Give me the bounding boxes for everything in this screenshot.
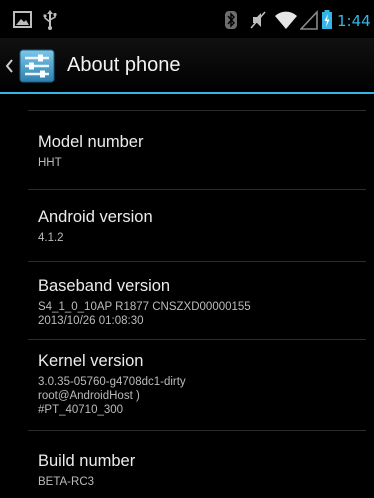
item-title: Model number [38,133,144,151]
item-summary: HHT [38,157,62,169]
settings-icon[interactable] [19,49,55,83]
wifi-icon [275,11,297,29]
status-bar: 1:44 [0,0,374,38]
item-summary: 3.0.35-05760-g4708dc1-dirty root@Android… [38,376,186,416]
about-phone-screen: 1:44 About phone Model number HHT Androi… [0,0,374,498]
item-summary: 4.1.2 [38,232,64,244]
list-item-kernel-version[interactable]: Kernel version 3.0.35-05760-g4708dc1-dir… [38,351,358,417]
item-title: Android version [38,208,153,226]
list-item-baseband-version[interactable]: Baseband version S4_1_0_10AP R1877 CNSZX… [38,276,358,328]
action-bar: About phone [0,38,374,93]
list-divider [28,339,366,340]
item-title: Baseband version [38,277,171,295]
item-summary: S4_1_0_10AP R1877 CNSZXD00000155 2013/10… [38,301,251,327]
list-divider [28,430,366,431]
usb-icon [43,10,57,30]
list-divider [28,110,366,111]
status-time: 1:44 [337,12,371,30]
settings-list: Model number HHT Android version 4.1.2 B… [0,94,374,498]
list-item-build-number[interactable]: Build number BETA-RC3 [38,451,358,489]
back-caret-icon[interactable] [4,58,14,74]
list-divider [28,189,366,190]
bluetooth-icon [225,11,237,29]
list-divider [28,261,366,262]
picture-notification-icon [13,11,32,28]
battery-charging-icon [322,10,332,29]
item-title: Build number [38,452,136,470]
item-summary: BETA-RC3 [38,476,95,488]
list-item-model-number[interactable]: Model number HHT [38,132,358,170]
page-title: About phone [67,54,181,76]
cell-signal-icon [300,10,318,30]
vibrate-icon [250,11,266,29]
list-item-android-version[interactable]: Android version 4.1.2 [38,207,358,245]
item-title: Kernel version [38,352,144,370]
